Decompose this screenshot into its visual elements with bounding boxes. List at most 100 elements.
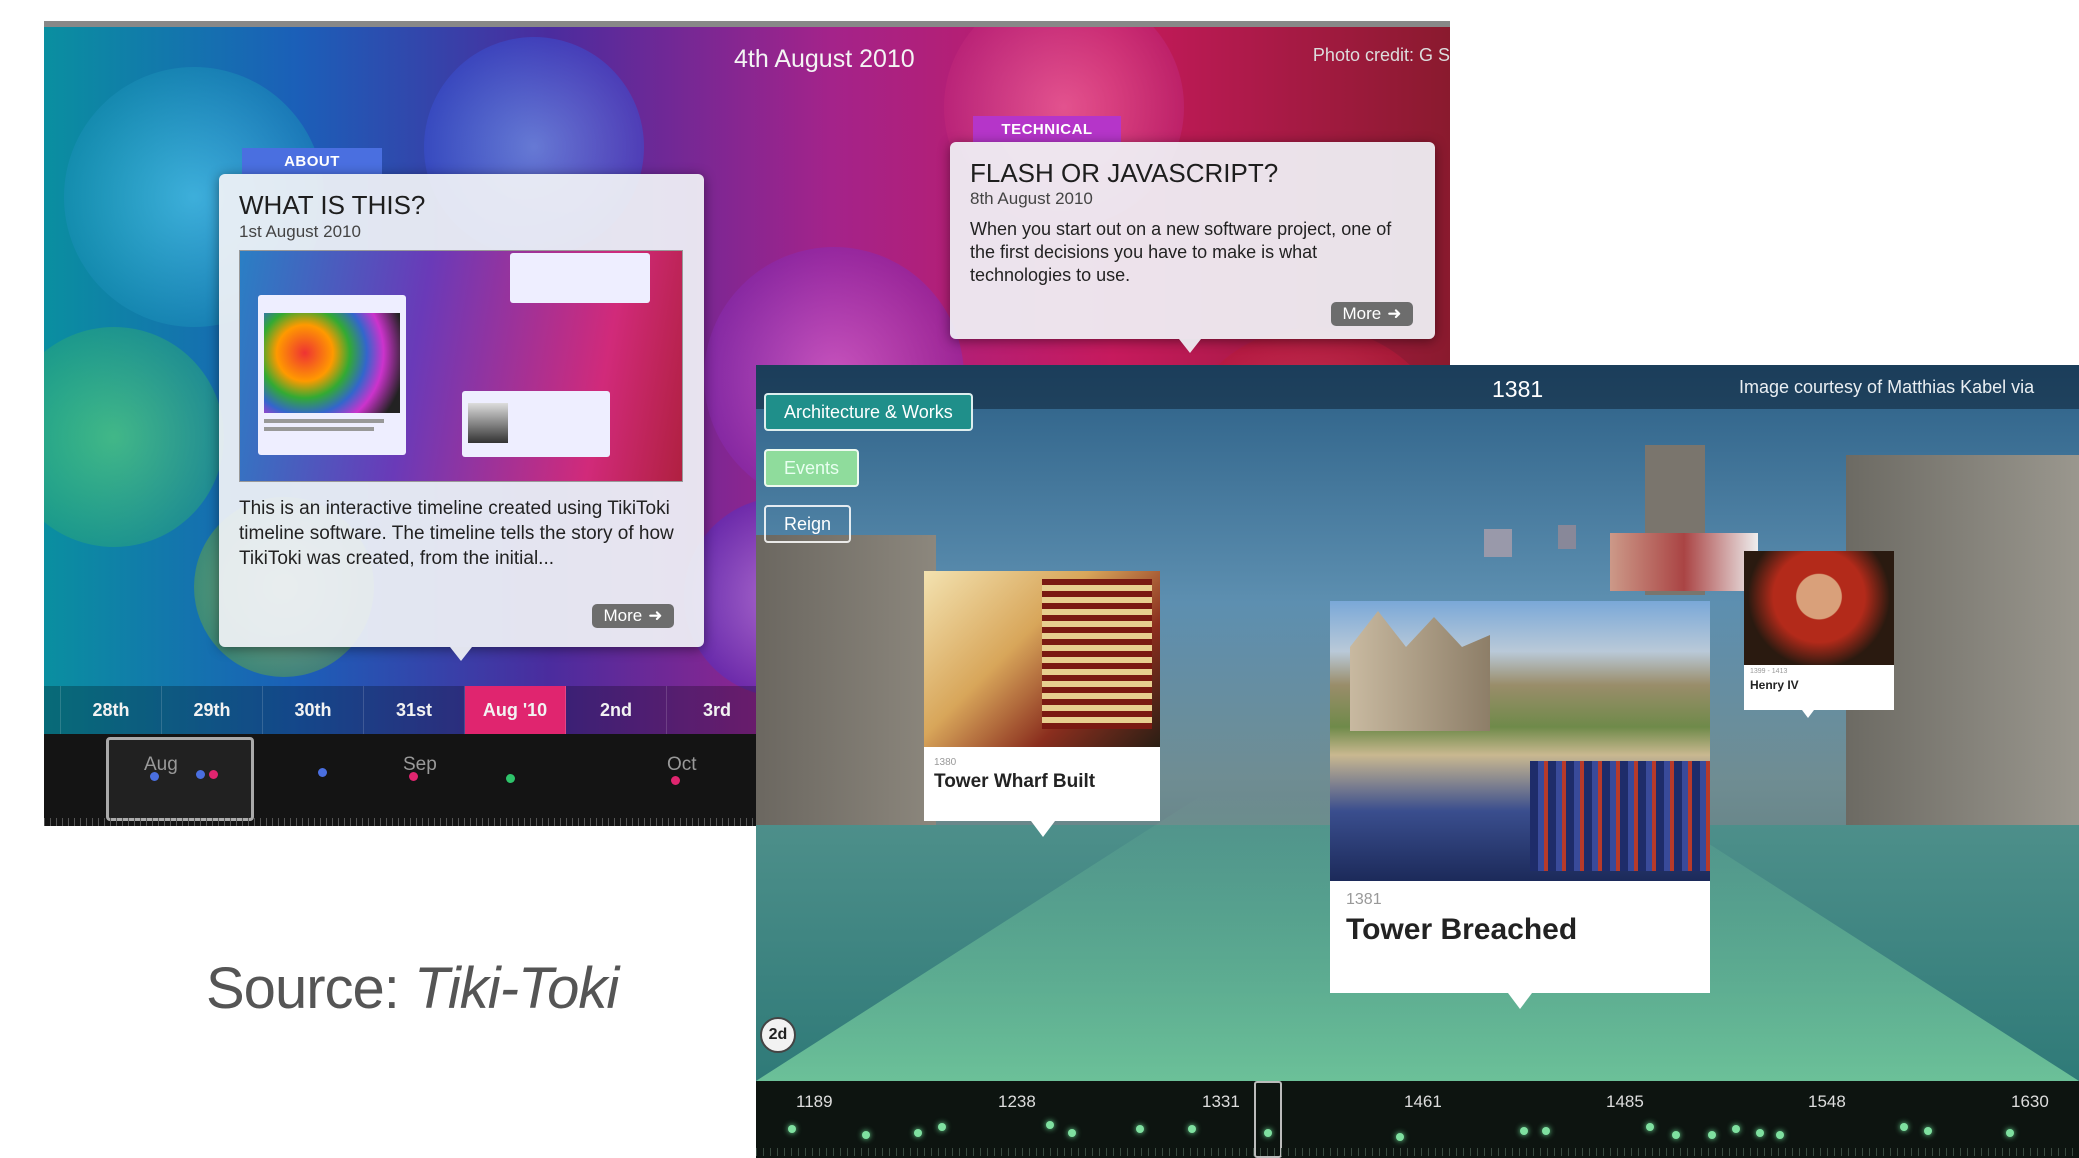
distant-thumbnail[interactable] bbox=[1558, 525, 1576, 549]
date-cell[interactable]: 28th bbox=[61, 686, 162, 734]
filter-events[interactable]: Events bbox=[764, 449, 860, 487]
bokeh-light bbox=[44, 327, 224, 547]
event-marker[interactable] bbox=[671, 776, 680, 785]
event-marker[interactable] bbox=[1396, 1133, 1404, 1141]
arrow-right-icon: ➜ bbox=[1387, 304, 1402, 323]
date-cell[interactable]: 30th bbox=[263, 686, 364, 734]
event-marker[interactable] bbox=[1264, 1129, 1272, 1137]
candy-image bbox=[264, 313, 400, 413]
year-label: 1189 bbox=[796, 1092, 833, 1111]
event-marker[interactable] bbox=[209, 770, 218, 779]
navigator-viewport-handle[interactable] bbox=[1254, 1081, 1282, 1158]
more-label: More bbox=[1342, 304, 1382, 323]
event-marker[interactable] bbox=[1646, 1123, 1654, 1131]
event-marker[interactable] bbox=[2006, 1129, 2014, 1137]
story-card-flash-or-javascript[interactable]: FLASH OR JAVASCRIPT? 8th August 2010 Whe… bbox=[950, 142, 1435, 339]
event-marker[interactable] bbox=[409, 772, 418, 781]
year-label: 1461 bbox=[1404, 1092, 1442, 1111]
event-year: 1381 bbox=[1346, 891, 1382, 908]
category-tab-about[interactable]: ABOUT bbox=[242, 148, 382, 174]
date-cell[interactable]: 31st bbox=[364, 686, 465, 734]
date-cell-partial bbox=[44, 686, 61, 734]
mini-card bbox=[462, 391, 610, 457]
event-marker[interactable] bbox=[1520, 1127, 1528, 1135]
army-drawing bbox=[1530, 761, 1710, 871]
month-label: Oct bbox=[667, 754, 697, 775]
story-summary: This is an interactive timeline created … bbox=[239, 498, 674, 569]
mini-card bbox=[258, 295, 406, 455]
portrait-image bbox=[1744, 551, 1894, 665]
source-name: Tiki-Toki bbox=[414, 956, 619, 1021]
text-line bbox=[264, 427, 374, 431]
navigator-viewport-handle[interactable] bbox=[106, 737, 254, 821]
more-label: More bbox=[603, 606, 643, 625]
person-image bbox=[468, 403, 508, 443]
year-label: 1331 bbox=[1202, 1092, 1240, 1111]
current-date-header: 4th August 2010 bbox=[734, 45, 915, 73]
date-cell[interactable]: 29th bbox=[162, 686, 263, 734]
image-credit: Image courtesy of Matthias Kabel via bbox=[1739, 377, 2035, 397]
photo-credit: Photo credit: G S bbox=[1312, 45, 1450, 65]
story-title: WHAT IS THIS? bbox=[239, 190, 426, 220]
view-toggle-2d-button[interactable]: 2d bbox=[760, 1017, 796, 1053]
event-card-henry-iv[interactable]: 1399 - 1413 Henry IV bbox=[1744, 551, 1894, 710]
filter-architecture-works[interactable]: Architecture & Works bbox=[764, 393, 973, 431]
event-marker[interactable] bbox=[506, 774, 515, 783]
card-pointer bbox=[450, 647, 472, 661]
distant-thumbnail[interactable] bbox=[1484, 529, 1512, 557]
event-marker[interactable] bbox=[914, 1129, 922, 1137]
event-marker[interactable] bbox=[1924, 1127, 1932, 1135]
date-cell[interactable]: 3rd bbox=[667, 686, 768, 734]
event-year: 1380 bbox=[934, 757, 957, 768]
tikitoki-timeline-screenshot-2: 1381 Image courtesy of Matthias Kabel vi… bbox=[756, 365, 2079, 1158]
navigator-ticks bbox=[756, 1148, 2079, 1156]
date-cell[interactable]: 2nd bbox=[566, 686, 667, 734]
distant-portrait-card[interactable] bbox=[1610, 533, 1758, 591]
illuminated-text bbox=[1042, 579, 1152, 729]
source-prefix: Source: bbox=[206, 956, 414, 1021]
battle-illustration-image bbox=[1330, 601, 1710, 881]
event-marker[interactable] bbox=[318, 768, 327, 777]
event-marker[interactable] bbox=[938, 1123, 946, 1131]
event-marker[interactable] bbox=[196, 770, 205, 779]
event-marker[interactable] bbox=[1672, 1131, 1680, 1139]
category-tab-technical[interactable]: TECHNICAL bbox=[973, 116, 1121, 142]
story-thumbnail-image bbox=[239, 250, 683, 482]
more-button[interactable]: More ➜ bbox=[592, 604, 674, 628]
card-pointer bbox=[1508, 993, 1532, 1009]
event-marker[interactable] bbox=[150, 772, 159, 781]
date-cell-selected[interactable]: Aug '10 bbox=[465, 686, 566, 734]
event-title: Tower Wharf Built bbox=[934, 771, 1096, 792]
more-button[interactable]: More ➜ bbox=[1331, 302, 1413, 326]
arrow-right-icon: ➜ bbox=[648, 606, 663, 625]
event-marker[interactable] bbox=[1542, 1127, 1550, 1135]
event-marker[interactable] bbox=[1046, 1121, 1054, 1129]
event-marker[interactable] bbox=[788, 1125, 796, 1133]
story-card-what-is-this[interactable]: WHAT IS THIS? 1st August 2010 This is an… bbox=[219, 174, 704, 647]
story-date: 1st August 2010 bbox=[239, 222, 361, 241]
year-label: 1630 bbox=[2011, 1092, 2049, 1111]
event-marker[interactable] bbox=[1900, 1123, 1908, 1131]
month-label: Aug bbox=[144, 754, 178, 775]
event-marker[interactable] bbox=[1776, 1131, 1784, 1139]
year-label: 1485 bbox=[1606, 1092, 1644, 1111]
story-summary: When you start out on a new software pro… bbox=[970, 219, 1392, 285]
event-marker[interactable] bbox=[1756, 1129, 1764, 1137]
card-pointer bbox=[1031, 821, 1055, 837]
event-marker[interactable] bbox=[862, 1131, 870, 1139]
event-card-tower-wharf-built[interactable]: 1380 Tower Wharf Built bbox=[924, 571, 1160, 821]
event-marker[interactable] bbox=[1732, 1125, 1740, 1133]
story-date: 8th August 2010 bbox=[970, 189, 1093, 208]
filter-reign[interactable]: Reign bbox=[764, 505, 852, 543]
event-card-tower-breached[interactable]: 1381 Tower Breached bbox=[1330, 601, 1710, 993]
timeline-navigator[interactable]: 1189 1238 1331 1461 1485 1548 1630 bbox=[756, 1081, 2079, 1158]
text-line bbox=[264, 419, 384, 423]
event-marker[interactable] bbox=[1188, 1125, 1196, 1133]
manuscript-image bbox=[924, 571, 1160, 747]
event-title: Henry IV bbox=[1750, 678, 1799, 692]
event-marker[interactable] bbox=[1068, 1129, 1076, 1137]
event-marker[interactable] bbox=[1708, 1131, 1716, 1139]
event-marker[interactable] bbox=[1136, 1125, 1144, 1133]
story-title: FLASH OR JAVASCRIPT? bbox=[970, 158, 1279, 188]
event-title: Tower Breached bbox=[1346, 913, 1578, 946]
